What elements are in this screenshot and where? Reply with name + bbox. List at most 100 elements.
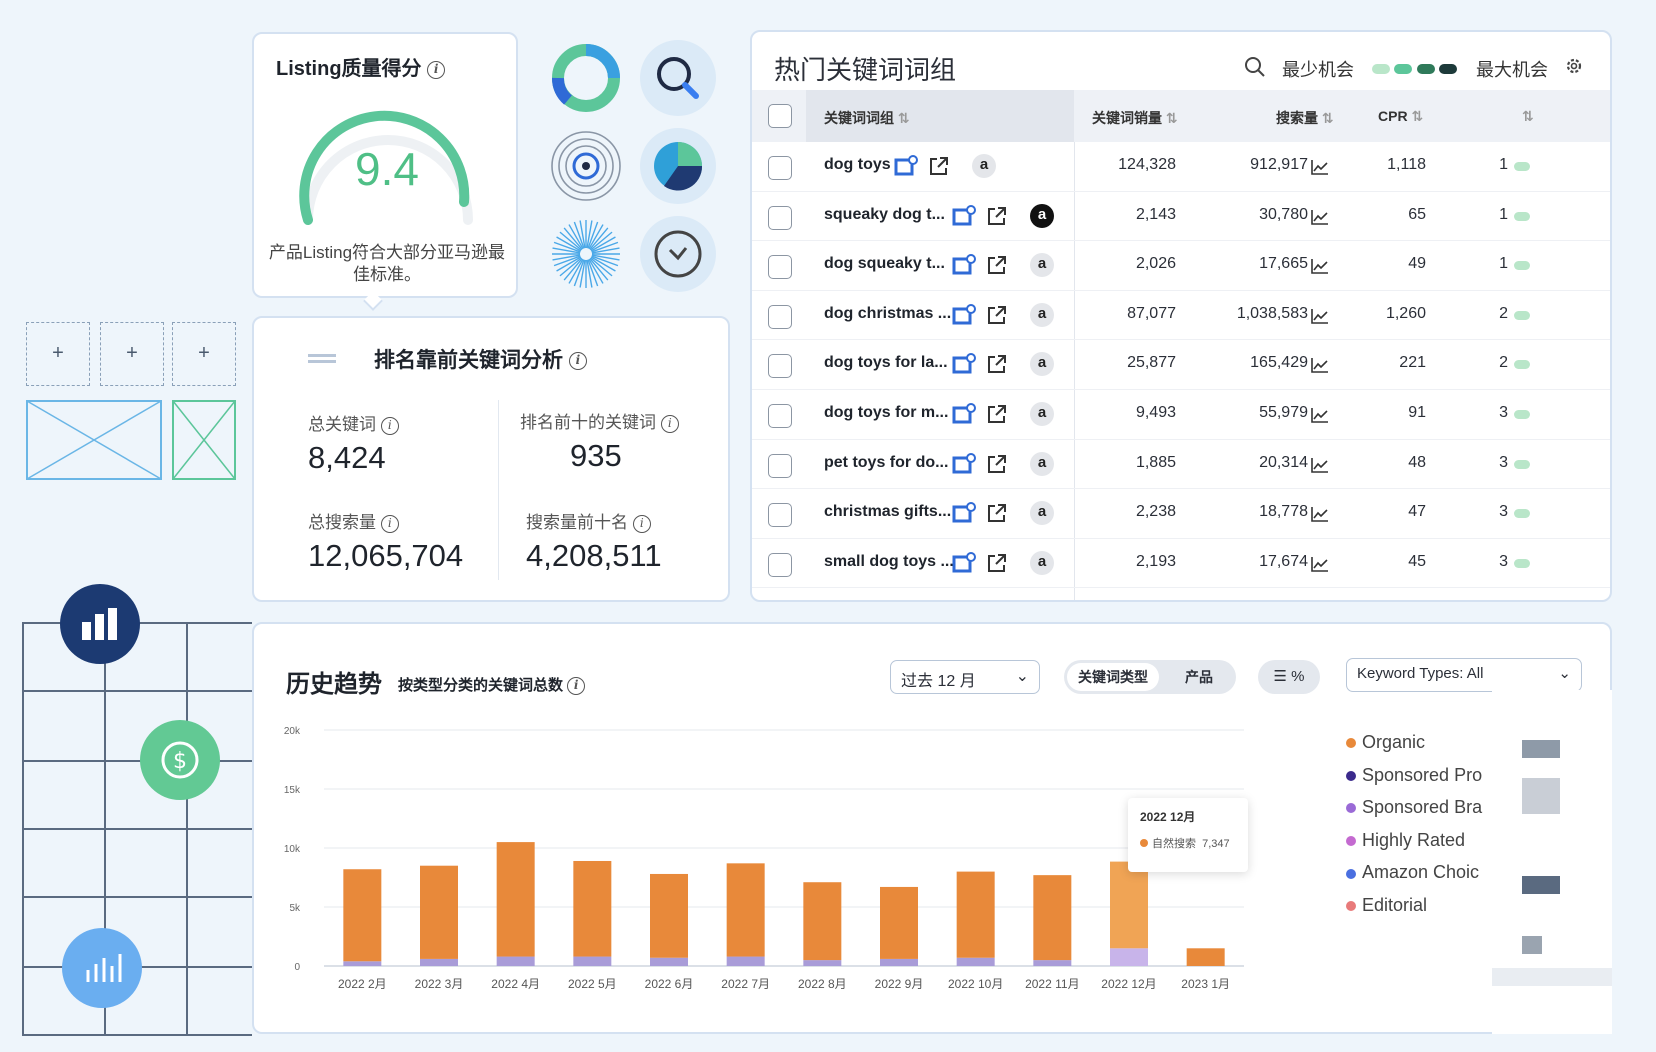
gear-icon[interactable] (1564, 56, 1584, 76)
cpr-value: 221 (1399, 354, 1426, 372)
x-tick-label: 2022 5月 (568, 977, 617, 991)
drag-handle-icon[interactable] (308, 354, 336, 357)
opportunity-scale[interactable] (1372, 61, 1458, 79)
list-view-icon[interactable]: ☰ (1274, 668, 1287, 685)
toggle-product[interactable]: 产品 (1174, 663, 1224, 691)
info-icon[interactable]: i (568, 352, 587, 371)
legend-item[interactable]: Sponsored Bra (1346, 797, 1482, 818)
listing-quality-card: Listing质量得分 i 9.4 产品Listing符合大部分亚马逊最佳标准。 (252, 32, 518, 298)
stat-label-text: 搜索量前十名 (526, 513, 628, 532)
keyword-text[interactable]: dog toys for m... (824, 404, 948, 422)
trend-chart-icon[interactable] (1310, 356, 1330, 374)
trend-chart-icon[interactable] (1310, 257, 1330, 275)
x-tick-label: 2022 7月 (721, 977, 770, 991)
amazon-icon: a (1030, 203, 1054, 228)
keyword-text[interactable]: pet toys for do... (824, 454, 948, 472)
row-checkbox[interactable] (768, 354, 792, 379)
external-link-icon[interactable] (986, 552, 1008, 574)
drag-handle-icon-line[interactable] (308, 360, 336, 363)
keyword-text[interactable]: dog toys (824, 156, 891, 174)
period-select[interactable]: 过去 12 月 ⌄ (890, 660, 1040, 694)
trend-chart-icon[interactable] (1310, 505, 1330, 523)
keyword-tool-icon[interactable] (952, 254, 976, 276)
legend-item[interactable]: Highly Rated (1346, 830, 1465, 851)
dollar-badge-icon: $ (140, 720, 220, 800)
row-checkbox[interactable] (768, 205, 792, 230)
table-row[interactable]: christmas gifts... a 2,238 18,778 47 3 (752, 489, 1610, 539)
header-sort-rank[interactable]: ⇅ (1522, 108, 1534, 125)
keyword-tool-icon[interactable] (952, 353, 976, 375)
legend-dot (1346, 738, 1356, 749)
external-link-icon[interactable] (986, 304, 1008, 326)
info-icon[interactable]: i (660, 414, 679, 433)
row-checkbox[interactable] (768, 552, 792, 577)
trend-subtitle: 按类型分类的关键词总数 i (398, 674, 586, 696)
keyword-tool-icon[interactable] (952, 403, 976, 425)
keyword-tool-icon[interactable] (952, 303, 976, 326)
table-row[interactable]: dog christmas ... a 87,077 1,038,583 1,2… (752, 291, 1610, 341)
type-toggle[interactable]: 关键词类型 产品 (1064, 660, 1236, 694)
info-icon[interactable]: i (632, 514, 651, 533)
row-checkbox[interactable] (768, 255, 792, 280)
table-row[interactable]: dog squeaky t... a 2,026 17,665 49 1 (752, 241, 1610, 291)
external-link-icon[interactable] (986, 453, 1008, 475)
info-icon[interactable]: i (380, 514, 399, 533)
keyword-text[interactable]: squeaky dog t... (824, 206, 945, 224)
external-link-icon[interactable] (986, 502, 1008, 524)
external-link-icon[interactable] (986, 205, 1008, 227)
keyword-analysis-title-text: 排名靠前关键词分析 (374, 349, 563, 372)
legend-item[interactable]: Amazon Choic (1346, 862, 1479, 883)
table-row[interactable]: dog toys for la... a 25,877 165,429 221 … (752, 340, 1610, 390)
view-mode-toggle[interactable]: ☰ % (1258, 660, 1320, 694)
row-checkbox[interactable] (768, 156, 792, 180)
external-link-icon[interactable] (986, 254, 1008, 276)
row-checkbox[interactable] (768, 404, 792, 428)
external-link-icon[interactable] (986, 403, 1008, 425)
info-icon[interactable]: i (380, 416, 399, 435)
keyword-text[interactable]: dog toys for la... (824, 354, 948, 372)
keyword-text[interactable]: small dog toys ... (824, 553, 954, 571)
table-row[interactable]: dog toys for m... a 9,493 55,979 91 3 (752, 390, 1610, 440)
amazon-icon: a (1030, 501, 1054, 526)
legend-item[interactable]: Editorial (1346, 895, 1427, 916)
table-row[interactable]: squeaky dog t... a 2,143 30,780 65 1 (752, 192, 1610, 242)
header-keyword-phrase[interactable]: 关键词词组 ⇅ (824, 108, 910, 128)
header-keyword-sales[interactable]: 关键词销量 ⇅ (1092, 108, 1178, 128)
table-row[interactable]: dog toys a 124,328 912,917 1,118 1 (752, 142, 1610, 192)
keyword-tool-icon[interactable] (952, 204, 976, 227)
external-link-icon[interactable] (928, 155, 950, 177)
table-row[interactable]: pet toys for do... a 1,885 20,314 48 3 (752, 440, 1610, 490)
row-checkbox[interactable] (768, 304, 792, 329)
legend-item[interactable]: Organic (1346, 732, 1425, 753)
x-tick-label: 2022 3月 (415, 977, 464, 991)
keyword-tool-icon[interactable] (952, 452, 976, 475)
info-icon[interactable]: i (567, 677, 586, 696)
trend-chart-icon[interactable] (1310, 208, 1330, 226)
header-cpr[interactable]: CPR ⇅ (1378, 108, 1423, 125)
keyword-tool-icon[interactable] (894, 155, 918, 177)
trend-chart-icon[interactable] (1310, 456, 1330, 474)
select-all-checkbox[interactable] (768, 104, 792, 128)
trend-chart-icon[interactable] (1310, 406, 1330, 424)
bar-sponsored-bra (650, 957, 688, 966)
table-row[interactable]: small dog toys ... a 2,193 17,674 45 3 (752, 539, 1610, 589)
keyword-text[interactable]: dog squeaky t... (824, 255, 945, 273)
trend-chart-icon[interactable] (1310, 555, 1330, 573)
keyword-text[interactable]: dog christmas ... (824, 305, 951, 323)
keyword-tool-icon[interactable] (952, 551, 976, 574)
keyword-types-select[interactable]: Keyword Types: All ⌄ (1346, 658, 1582, 692)
tooltip-title: 2022 12月 (1140, 810, 1196, 824)
row-checkbox[interactable] (768, 453, 792, 478)
info-icon[interactable]: i (427, 60, 446, 79)
legend-item[interactable]: Sponsored Pro (1346, 765, 1482, 786)
row-checkbox[interactable] (768, 503, 792, 528)
percent-icon[interactable]: % (1291, 668, 1304, 685)
search-icon[interactable] (1244, 56, 1266, 78)
toggle-keyword-type[interactable]: 关键词类型 (1067, 663, 1159, 691)
external-link-icon[interactable] (986, 353, 1008, 375)
trend-chart-icon[interactable] (1310, 158, 1330, 176)
keyword-tool-icon[interactable] (952, 502, 976, 524)
trend-chart-icon[interactable] (1310, 307, 1330, 325)
header-search-volume[interactable]: 搜索量 ⇅ (1276, 108, 1334, 128)
keyword-text[interactable]: christmas gifts... (824, 503, 951, 521)
